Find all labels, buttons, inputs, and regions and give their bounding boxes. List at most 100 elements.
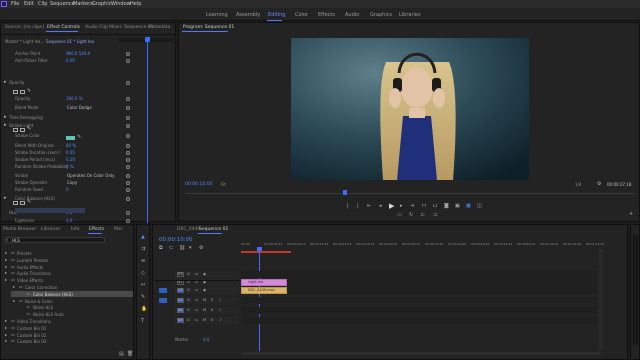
effects-tree-item[interactable]: Noise HLS Auto [33, 313, 64, 317]
reset-parameter-icon[interactable] [126, 134, 130, 138]
eyedropper-icon[interactable]: ✎ [77, 135, 81, 140]
fit-dropdown[interactable]: Fit [221, 183, 226, 187]
solo-icon[interactable]: S [211, 318, 213, 323]
timeline-horizontal-scroll[interactable] [241, 352, 601, 355]
rectangle-mask-icon[interactable] [20, 90, 25, 94]
reset-parameter-icon[interactable] [126, 181, 130, 185]
sync-lock-icon[interactable]: ▭ [195, 288, 198, 293]
effect-property-dropdown[interactable]: Copy [67, 181, 77, 185]
video-track-lane[interactable] [241, 271, 597, 278]
snap-icon[interactable]: ⊂ [169, 246, 173, 251]
reset-parameter-icon[interactable] [126, 124, 130, 128]
audio-track-lane[interactable] [241, 307, 597, 314]
video-track-lane[interactable] [241, 287, 597, 294]
disclosure-triangle-icon[interactable]: ▸ [5, 325, 7, 330]
lock-icon[interactable]: ⊡ [187, 272, 190, 277]
solo-icon[interactable]: S [211, 308, 213, 313]
workspace-audio[interactable]: Audio [345, 13, 359, 18]
reset-parameter-icon[interactable] [126, 158, 130, 162]
time-ruler[interactable]: 00:00 00:00:04:23 00:00:09:23 00:00:14:23 00… [241, 242, 611, 250]
effect-property-value[interactable]: 100.0 % [66, 97, 83, 101]
audio-track-lane[interactable] [241, 297, 597, 304]
effect-property-value[interactable]: 0.05 [66, 151, 75, 155]
reset-parameter-icon[interactable] [126, 197, 130, 201]
sync-lock-icon[interactable]: ▭ [195, 318, 198, 323]
audio-track-lane[interactable] [241, 317, 597, 324]
mark-in-icon[interactable]: | [347, 204, 349, 209]
workspace-graphics[interactable]: Graphics [370, 13, 392, 18]
workspace-libraries[interactable]: Libraries [399, 13, 421, 18]
tab-source[interactable]: Source: (no clips) [5, 25, 44, 31]
ellipse-mask-icon[interactable] [13, 90, 18, 94]
program-title[interactable]: Program: Sequence 01 [183, 25, 234, 31]
effects-tree-item[interactable]: Noise & Grain [25, 299, 53, 304]
lock-icon[interactable]: ⊡ [187, 288, 190, 293]
lock-icon[interactable]: ⊡ [187, 298, 190, 303]
mute-icon[interactable]: M [203, 298, 206, 303]
effects-tree-item[interactable]: Audio Effects [17, 265, 43, 270]
vr-video-icon[interactable]: ◫ [477, 204, 482, 209]
tab-markers[interactable]: Mar [114, 227, 123, 233]
tab-audio-clip-mixer[interactable]: Audio Clip Mixer: Sequence 01 [85, 25, 154, 31]
solo-icon[interactable]: S [211, 298, 213, 303]
video-track-lane[interactable] [241, 279, 597, 286]
reset-parameter-icon[interactable] [126, 144, 130, 148]
pen-mask-icon[interactable]: ✎ [27, 89, 31, 94]
sync-lock-icon[interactable]: ▭ [195, 280, 198, 285]
extract-icon[interactable]: ⊔ [433, 204, 437, 209]
effects-tree-item[interactable]: Noise HLS [33, 306, 53, 310]
disclosure-triangle-icon[interactable]: ▸ [4, 123, 7, 128]
wrench-icon[interactable]: ⚙ [199, 246, 203, 251]
add-button-icon[interactable]: + [629, 212, 633, 217]
wrench-icon[interactable]: ⚙ [597, 182, 601, 187]
tab-effects[interactable]: Effects [89, 227, 104, 233]
effect-property-value[interactable]: 0 [66, 188, 69, 192]
mute-icon[interactable]: M [203, 318, 206, 323]
menu-edit[interactable]: Edit [24, 1, 34, 7]
video-frame[interactable] [291, 38, 529, 180]
disclosure-triangle-icon[interactable]: ▸ [5, 264, 7, 269]
reset-parameter-icon[interactable] [126, 151, 130, 155]
pen-tool-icon[interactable]: ✎ [141, 295, 145, 300]
tab-metadata[interactable]: Metadata [149, 25, 170, 31]
lift-icon[interactable]: ⊓ [422, 204, 426, 209]
overwrite-icon[interactable]: ⊐ [433, 213, 437, 218]
disclosure-triangle-icon[interactable]: ▸ [4, 115, 7, 120]
program-scrubber[interactable] [185, 193, 635, 194]
disclosure-triangle-icon[interactable]: ▸ [5, 251, 7, 255]
timeline-timecode[interactable]: 00:00:10:00 [159, 237, 193, 244]
mic-icon[interactable]: ♪ [219, 298, 221, 303]
disclosure-triangle-icon[interactable]: ▸ [5, 257, 7, 262]
effect-property-value[interactable]: 0.20 [66, 158, 75, 162]
toggle-proxies-icon[interactable]: ▩ [466, 204, 471, 209]
tab-libraries[interactable]: Libraries [41, 227, 60, 233]
mic-icon[interactable]: ♪ [219, 308, 221, 313]
workspace-editing[interactable]: Editing [268, 13, 285, 18]
menu-graphic[interactable]: Graphic [92, 1, 111, 7]
eye-icon[interactable]: ◉ [203, 288, 206, 293]
effects-tree-item[interactable]: Custom Bin 03 [17, 340, 46, 344]
effects-tree-item[interactable]: Color Balance (HLS) [33, 292, 73, 297]
effect-property-value[interactable]: 960.0 540.0 [66, 52, 90, 56]
effect-property-value[interactable]: 0.0 [66, 219, 72, 223]
eye-icon[interactable]: ◉ [203, 280, 206, 285]
effect-property-dropdown[interactable]: Color Dodge [67, 106, 92, 110]
eye-icon[interactable]: ◉ [203, 272, 206, 277]
insert-icon[interactable]: ⊏ [421, 213, 425, 218]
new-bin-icon[interactable]: ▤ [119, 352, 124, 357]
mark-out-icon[interactable]: | [357, 204, 359, 209]
quality-dropdown[interactable]: 1/4 [575, 183, 581, 187]
disclosure-triangle-icon[interactable]: ▸ [13, 298, 15, 303]
effects-tree-item[interactable]: Color Correction [25, 286, 57, 290]
clip-dsc-0449[interactable]: DSC_0449.mov [241, 287, 287, 294]
effect-property-value[interactable]: 80 % [66, 144, 76, 148]
disclosure-triangle-icon[interactable]: ▸ [5, 271, 7, 275]
menu-window[interactable]: Window [111, 1, 131, 7]
reset-parameter-icon[interactable] [126, 59, 130, 63]
clip-light-leak[interactable]: Light lea [241, 279, 287, 286]
delete-icon[interactable]: 🗑 [127, 352, 133, 357]
lock-icon[interactable]: ⊡ [187, 308, 190, 313]
effects-tree-item[interactable]: Lumetri Presets [17, 258, 48, 263]
disclosure-triangle-icon[interactable]: ▸ [5, 332, 7, 337]
effect-property-value[interactable]: 0 % [66, 165, 74, 169]
